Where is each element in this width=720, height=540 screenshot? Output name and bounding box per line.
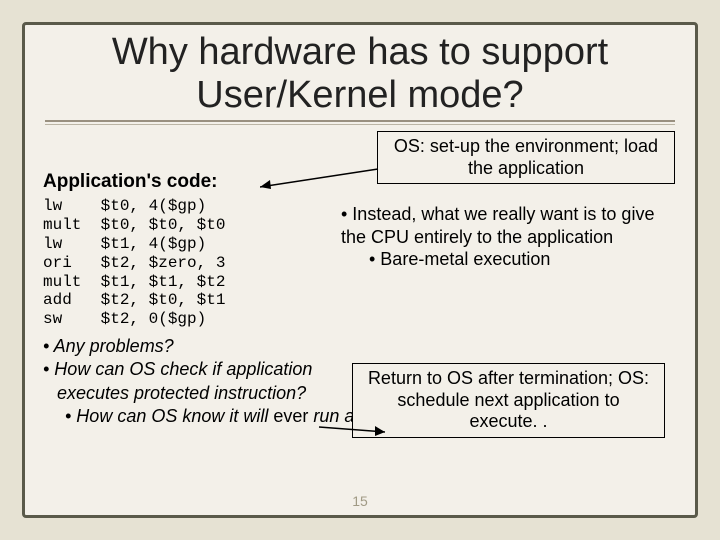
- os-setup-box: OS: set-up the environment; load the app…: [377, 131, 675, 184]
- slide-frame: Why hardware has to support User/Kernel …: [22, 22, 698, 518]
- return-os-box: Return to OS after termination; OS: sche…: [352, 363, 665, 438]
- right-bullets: • Instead, what we really want is to giv…: [341, 203, 681, 271]
- arrow-top-icon: [260, 165, 390, 195]
- upper-region: Application's code: OS: set-up the envir…: [25, 125, 695, 335]
- slide-title: Why hardware has to support User/Kernel …: [45, 31, 675, 116]
- right-bullet-2: • Bare-metal execution: [369, 248, 681, 271]
- divider-1: [45, 120, 675, 122]
- right-bullet-1: • Instead, what we really want is to giv…: [341, 203, 681, 248]
- arrow-bottom-icon: [313, 422, 393, 452]
- low3-pre: • How can OS know it will: [65, 406, 273, 426]
- page-number: 15: [25, 493, 695, 509]
- low-bullet-1: • Any problems?: [43, 335, 675, 358]
- app-code-label: Application's code:: [43, 171, 217, 193]
- low3-ever: ever: [273, 406, 308, 426]
- assembly-code: lw $t0, 4($gp) mult $t0, $t0, $t0 lw $t1…: [43, 197, 225, 329]
